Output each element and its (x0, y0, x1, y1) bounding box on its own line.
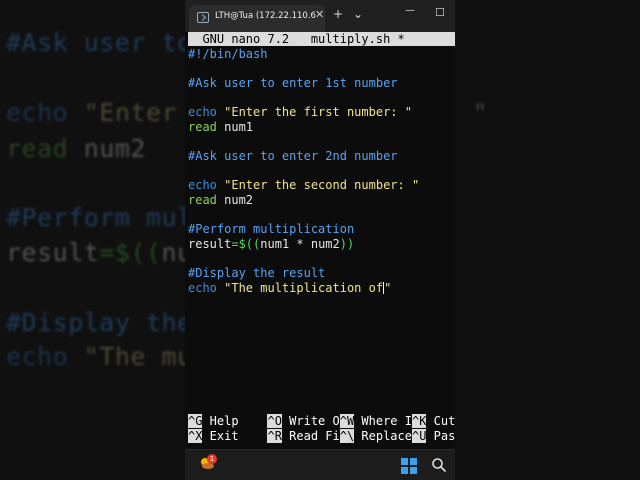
background-code-token: echo (6, 342, 84, 371)
code-token: read (188, 192, 225, 207)
code-token: num1 * num2 (260, 236, 340, 251)
code-token: " (384, 280, 392, 295)
code-line: read num1 (188, 120, 419, 135)
shortcut-label[interactable]: Exit (202, 429, 267, 443)
background-code-token: #Ask user (6, 28, 162, 57)
code-token: "Enter the second number: " (224, 178, 420, 193)
code-token: =$(( (231, 236, 261, 251)
shortcut-key[interactable]: ^X (188, 428, 203, 443)
shortcut-label[interactable]: Cut (426, 414, 455, 428)
windows-start-icon[interactable] (401, 458, 417, 474)
tab-title: LTH@Tua (172.22.110.6 (215, 11, 316, 21)
code-token: result (188, 236, 232, 251)
maximize-button[interactable]: ☐ (435, 6, 445, 19)
code-line: read num2 (188, 193, 419, 208)
shortcut-key[interactable]: ^W (339, 414, 355, 428)
new-tab-button[interactable]: + (333, 7, 343, 21)
code-token: #Ask user to enter 1st number (188, 76, 398, 91)
code-token: echo (188, 280, 225, 295)
code-token: echo (188, 105, 225, 120)
title-bar: LTH@Tua (172.22.110.6 ✕ + ⌄ — ☐ (185, 0, 455, 32)
code-token: #Ask user to enter 2nd number (188, 149, 398, 164)
code-line: #Perform multiplication (188, 222, 419, 237)
code-token: read (188, 119, 225, 134)
code-line: echo "Enter the first number: " (188, 105, 419, 120)
code-token: num2 (224, 192, 254, 207)
code-token: #Perform multiplication (188, 222, 355, 237)
code-line: #Ask user to enter 2nd number (188, 149, 419, 164)
editor-buffer[interactable]: #!/bin/bash #Ask user to enter 1st number… (188, 47, 419, 295)
background-code-token: =$(( (99, 238, 162, 267)
code-token: #Display the result (188, 265, 326, 280)
shortcut-label[interactable]: Paste (426, 429, 455, 443)
tab-dropdown-button[interactable]: ⌄ (353, 7, 363, 21)
notification-badge: 1 (207, 454, 217, 464)
shortcut-key[interactable]: ^U (411, 428, 427, 443)
background-code-token: result (6, 238, 100, 267)
search-icon[interactable] (431, 457, 447, 473)
shortcut-label[interactable]: Where I (354, 414, 412, 428)
shortcut-key[interactable]: ^R (267, 428, 282, 443)
shortcut-key[interactable]: ^O (267, 414, 282, 428)
background-code-token: num2 (83, 134, 146, 163)
shortcut-bar: ^G Help ^O Write O^W Where I^K Cut ^X Exi… (188, 414, 455, 443)
tab-close-button[interactable]: ✕ (315, 8, 324, 21)
background-code-line: read num2 (6, 134, 146, 163)
code-token: num1 (224, 119, 254, 134)
terminal-window: LTH@Tua (172.22.110.6 ✕ + ⌄ — ☐ GNU nano… (185, 0, 455, 480)
shortcut-key[interactable]: ^G (188, 414, 203, 428)
shortcut-label[interactable]: Help (202, 414, 267, 428)
shortcut-label[interactable]: Write O (282, 414, 340, 428)
taskbar: 1 (185, 449, 455, 480)
code-token: )) (339, 236, 355, 251)
code-token: "Enter the first number: " (224, 105, 412, 120)
code-line: #Ask user to enter 1st number (188, 76, 419, 91)
shortcut-label[interactable]: Read Fi (282, 429, 340, 443)
code-line: #!/bin/bash (188, 47, 419, 62)
nano-header-bar: GNU nano 7.2 multiply.sh * (188, 32, 455, 46)
code-token: "The multiplication of (224, 280, 384, 295)
terminal-icon (197, 12, 209, 23)
code-token: echo (188, 178, 225, 193)
background-code-token: read (6, 134, 84, 163)
code-line: #Display the result (188, 266, 419, 281)
code-token: #!/bin/bash (188, 47, 268, 61)
minimize-button[interactable]: — (405, 5, 415, 16)
terminal-tab[interactable]: LTH@Tua (172.22.110.6 ✕ (189, 5, 325, 32)
shortcut-row: ^X Exit ^R Read Fi^\ Replace^U Paste (188, 428, 455, 444)
code-line: echo "Enter the second number: " (188, 178, 419, 193)
shortcut-key[interactable]: ^\ (339, 428, 355, 443)
shortcut-key[interactable]: ^K (411, 414, 427, 428)
background-code-token: echo (6, 98, 84, 127)
shortcut-label[interactable]: Replace (354, 429, 412, 443)
code-line: result=$((num1 * num2)) (188, 237, 419, 252)
shortcut-row: ^G Help ^O Write O^W Where I^K Cut (188, 414, 455, 429)
code-line: echo "The multiplication of" (188, 281, 419, 296)
